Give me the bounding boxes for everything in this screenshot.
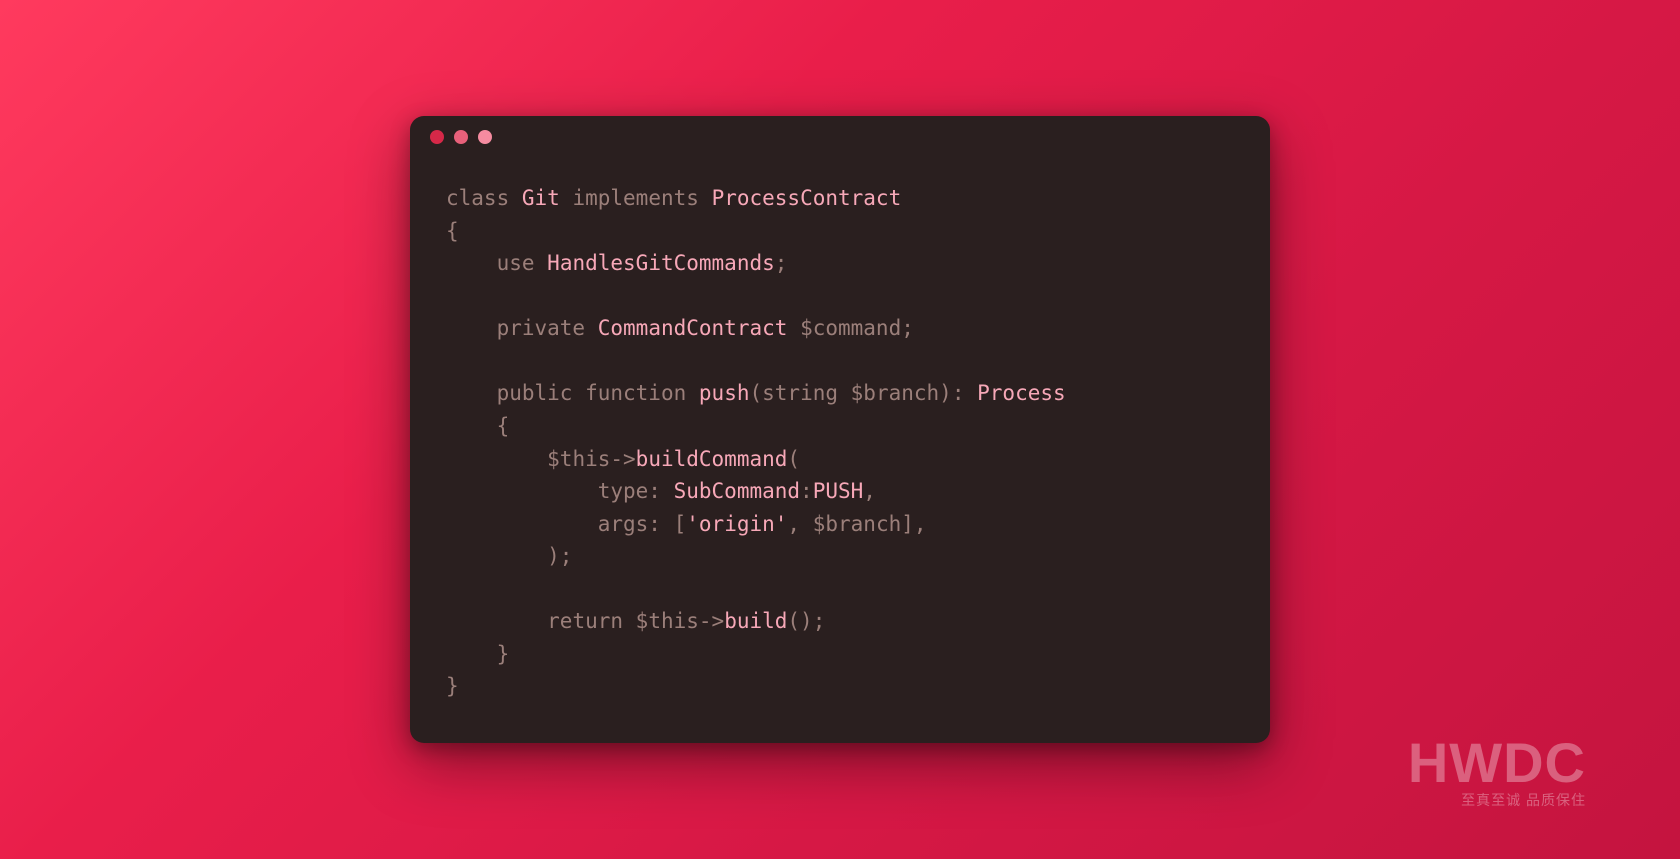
bracket-close: ] [901, 512, 914, 536]
watermark-big: HWDC [1408, 735, 1586, 791]
class-brace-close: } [446, 674, 459, 698]
semi2: ; [901, 316, 914, 340]
brace-open: { [446, 219, 459, 243]
return-type: Process [977, 381, 1066, 405]
watermark-small: 至真至诚 品质保住 [1408, 793, 1586, 807]
paren-open: ( [749, 381, 762, 405]
fn-brace-open: { [497, 414, 510, 438]
minimize-dot-icon [454, 130, 468, 144]
build-fn: build [724, 609, 787, 633]
comma1: , [863, 479, 876, 503]
fn-name: push [699, 381, 750, 405]
call-open: ( [787, 447, 800, 471]
string-origin: 'origin' [686, 512, 787, 536]
named-arg-type: type [598, 479, 649, 503]
colon2: : [648, 479, 661, 503]
code-window: class Git implements ProcessContract { u… [410, 116, 1270, 743]
kw-class: class [446, 186, 509, 210]
bracket-open: [ [674, 512, 687, 536]
property-type: CommandContract [598, 316, 788, 340]
fn-brace-close: } [497, 642, 510, 666]
watermark: HWDC 至真至诚 品质保住 [1408, 735, 1586, 807]
close-call: ); [547, 544, 572, 568]
subcommand-class: SubCommand [674, 479, 800, 503]
class-name: Git [522, 186, 560, 210]
build-call-end: (); [787, 609, 825, 633]
colon4: : [648, 512, 661, 536]
comma2: , [787, 512, 800, 536]
arrow2: -> [699, 609, 724, 633]
window-titlebar [410, 116, 1270, 158]
kw-function: function [585, 381, 686, 405]
code-body: class Git implements ProcessContract { u… [410, 158, 1270, 743]
this-var: $this [547, 447, 610, 471]
paren-close: ) [939, 381, 952, 405]
this-var-2: $this [636, 609, 699, 633]
colon: : [952, 381, 965, 405]
param-var: $branch [851, 381, 940, 405]
kw-implements: implements [572, 186, 698, 210]
colon3: : [800, 479, 813, 503]
watermark-big-text: HWDC [1408, 731, 1586, 794]
kw-use: use [497, 251, 535, 275]
arrow1: -> [610, 447, 635, 471]
property-var: $command [800, 316, 901, 340]
semi: ; [775, 251, 788, 275]
branch-var: $branch [813, 512, 902, 536]
kw-public: public [497, 381, 573, 405]
subcommand-push: PUSH [813, 479, 864, 503]
named-arg-args: args [598, 512, 649, 536]
kw-private: private [497, 316, 586, 340]
contract-name: ProcessContract [712, 186, 902, 210]
param-type: string [762, 381, 838, 405]
trait-name: HandlesGitCommands [547, 251, 775, 275]
close-dot-icon [430, 130, 444, 144]
slide-frame: class Git implements ProcessContract { u… [70, 35, 1610, 825]
comma3: , [914, 512, 927, 536]
zoom-dot-icon [478, 130, 492, 144]
kw-return: return [547, 609, 623, 633]
build-command-call: buildCommand [636, 447, 788, 471]
